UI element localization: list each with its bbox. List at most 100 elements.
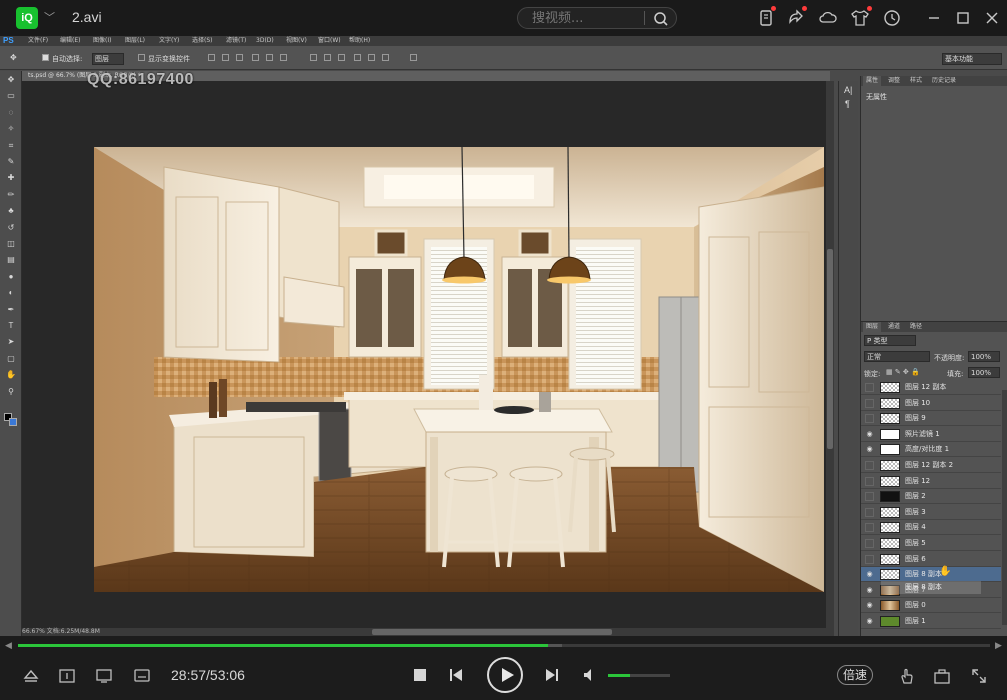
- layer-row[interactable]: 图层 5: [861, 536, 1001, 551]
- layer-row[interactable]: ◉ 高度/对比度 1: [861, 442, 1001, 458]
- blend-mode-dropdown[interactable]: 正常: [864, 351, 930, 362]
- distribute-left-icon[interactable]: [354, 54, 361, 61]
- path-select-tool-icon[interactable]: ➤: [5, 337, 17, 346]
- layer-row[interactable]: ◉ 图层 1: [861, 614, 1001, 629]
- eye-visibility-icon[interactable]: [865, 383, 874, 392]
- layer-row[interactable]: 图层 12 副本 2: [861, 458, 1001, 473]
- auto-select-dropdown[interactable]: 图层: [92, 53, 124, 65]
- maximize-icon[interactable]: [953, 8, 973, 28]
- previous-icon[interactable]: [448, 667, 464, 683]
- close-icon[interactable]: [982, 8, 1002, 28]
- shape-tool-icon[interactable]: ▢: [5, 354, 17, 363]
- scroll-thumb[interactable]: [372, 629, 612, 635]
- eye-visibility-icon[interactable]: [865, 492, 874, 502]
- layers-scrollbar[interactable]: [1002, 390, 1007, 625]
- character-panel-icon[interactable]: A|: [844, 85, 852, 95]
- history-brush-tool-icon[interactable]: ↺: [5, 223, 17, 232]
- play-button[interactable]: [487, 657, 523, 693]
- layer-row[interactable]: ◉ 图层 8 副本: [861, 567, 1001, 583]
- layer-row[interactable]: ◉ 图层 0: [861, 598, 1001, 614]
- align-left-icon[interactable]: [252, 54, 259, 61]
- stop-icon[interactable]: [412, 667, 428, 683]
- eye-visibility-icon[interactable]: [865, 507, 874, 517]
- hand-gesture-icon[interactable]: [898, 667, 916, 685]
- seek-next-icon[interactable]: ▶: [995, 640, 1002, 651]
- minimize-icon[interactable]: [924, 8, 944, 28]
- eye-visibility-icon[interactable]: [865, 461, 874, 470]
- quick-select-tool-icon[interactable]: ✧: [5, 124, 17, 133]
- next-icon[interactable]: [544, 667, 560, 683]
- align-bottom-icon[interactable]: [236, 54, 243, 61]
- eye-visibility-icon[interactable]: ◉: [865, 586, 874, 595]
- distribute-right-icon[interactable]: [382, 54, 389, 61]
- zoom-tool-icon[interactable]: ⚲: [5, 387, 17, 396]
- lock-icons[interactable]: ▦ ✎ ✥ 🔒: [886, 368, 920, 376]
- search-box[interactable]: [517, 7, 677, 29]
- fill-field[interactable]: 100%: [968, 367, 1000, 378]
- toolbox-icon[interactable]: [933, 667, 951, 685]
- layer-row[interactable]: 图层 10: [861, 396, 1001, 411]
- move-tool-icon[interactable]: ✥: [5, 75, 17, 84]
- layers-tab[interactable]: 通道: [885, 322, 903, 332]
- align-hcenter-icon[interactable]: [266, 54, 273, 61]
- layer-row[interactable]: 图层 9: [861, 411, 1001, 427]
- eye-visibility-icon[interactable]: ◉: [865, 430, 874, 439]
- playlist-icon[interactable]: [58, 668, 76, 684]
- brush-tool-icon[interactable]: ✏: [5, 190, 17, 199]
- eye-visibility-icon[interactable]: [865, 539, 874, 548]
- fullscreen-icon[interactable]: [970, 667, 988, 685]
- opacity-field[interactable]: 100%: [968, 351, 1000, 362]
- eye-visibility-icon[interactable]: [865, 398, 874, 408]
- skin-tshirt-icon[interactable]: [850, 8, 870, 28]
- canvas-vertical-scrollbar[interactable]: [826, 81, 834, 628]
- align-top-icon[interactable]: [208, 54, 215, 61]
- auto-align-icon[interactable]: [410, 54, 417, 61]
- ps-menu-item[interactable]: 滤镜(T): [226, 36, 246, 46]
- eye-visibility-icon[interactable]: [865, 414, 874, 424]
- search-icon[interactable]: [652, 10, 670, 28]
- crop-tool-icon[interactable]: ⌗: [5, 141, 17, 150]
- healing-tool-icon[interactable]: ✚: [5, 173, 17, 182]
- align-vcenter-icon[interactable]: [222, 54, 229, 61]
- record-list-icon[interactable]: [756, 8, 776, 28]
- align-right-icon[interactable]: [280, 54, 287, 61]
- layer-row[interactable]: 图层 4: [861, 520, 1001, 536]
- ps-menu-item[interactable]: 文字(Y): [159, 36, 179, 46]
- paragraph-panel-icon[interactable]: ¶: [845, 99, 850, 109]
- layer-filter-dropdown[interactable]: P 类型: [864, 335, 916, 346]
- clock-history-icon[interactable]: [882, 8, 902, 28]
- layer-row[interactable]: 图层 2: [861, 489, 1001, 505]
- blur-tool-icon[interactable]: ●: [5, 272, 17, 281]
- ps-menu-item[interactable]: 文件(F): [28, 36, 48, 46]
- show-transform-checkbox[interactable]: [138, 54, 145, 61]
- properties-tab[interactable]: 属性: [863, 76, 882, 86]
- layer-row[interactable]: 图层 12 副本: [861, 380, 1001, 395]
- properties-tab[interactable]: 调整: [885, 76, 903, 86]
- hand-tool-icon[interactable]: ✋: [5, 370, 17, 379]
- eraser-tool-icon[interactable]: ◫: [5, 239, 17, 248]
- layers-tab[interactable]: 路径: [907, 322, 925, 332]
- ps-menu-item[interactable]: 3D(D): [256, 36, 274, 46]
- playback-speed-button[interactable]: 倍速: [837, 665, 873, 685]
- ps-menu-item[interactable]: 编辑(E): [60, 36, 80, 46]
- volume-slider[interactable]: [608, 674, 670, 677]
- layers-tab[interactable]: 图层: [863, 322, 882, 332]
- eye-visibility-icon[interactable]: [865, 523, 874, 533]
- properties-tab[interactable]: 历史记录: [929, 76, 959, 86]
- properties-tab[interactable]: 样式: [907, 76, 925, 86]
- share-icon[interactable]: [786, 8, 806, 28]
- volume-icon[interactable]: [582, 667, 598, 683]
- eyedropper-tool-icon[interactable]: ✎: [5, 157, 17, 166]
- layer-row[interactable]: 图层 12: [861, 474, 1001, 489]
- eject-icon[interactable]: [22, 668, 40, 684]
- distribute-vcenter-icon[interactable]: [324, 54, 331, 61]
- move-tool-icon[interactable]: ✥: [10, 53, 17, 62]
- eye-visibility-icon[interactable]: [865, 476, 874, 486]
- background-color-swatch[interactable]: [9, 418, 17, 426]
- ps-menu-item[interactable]: 帮助(H): [349, 36, 370, 46]
- marquee-tool-icon[interactable]: ▭: [5, 91, 17, 100]
- auto-select-checkbox[interactable]: [42, 54, 49, 61]
- search-input[interactable]: [532, 11, 642, 26]
- layer-row[interactable]: 图层 3: [861, 505, 1001, 520]
- eye-visibility-icon[interactable]: ◉: [865, 601, 874, 610]
